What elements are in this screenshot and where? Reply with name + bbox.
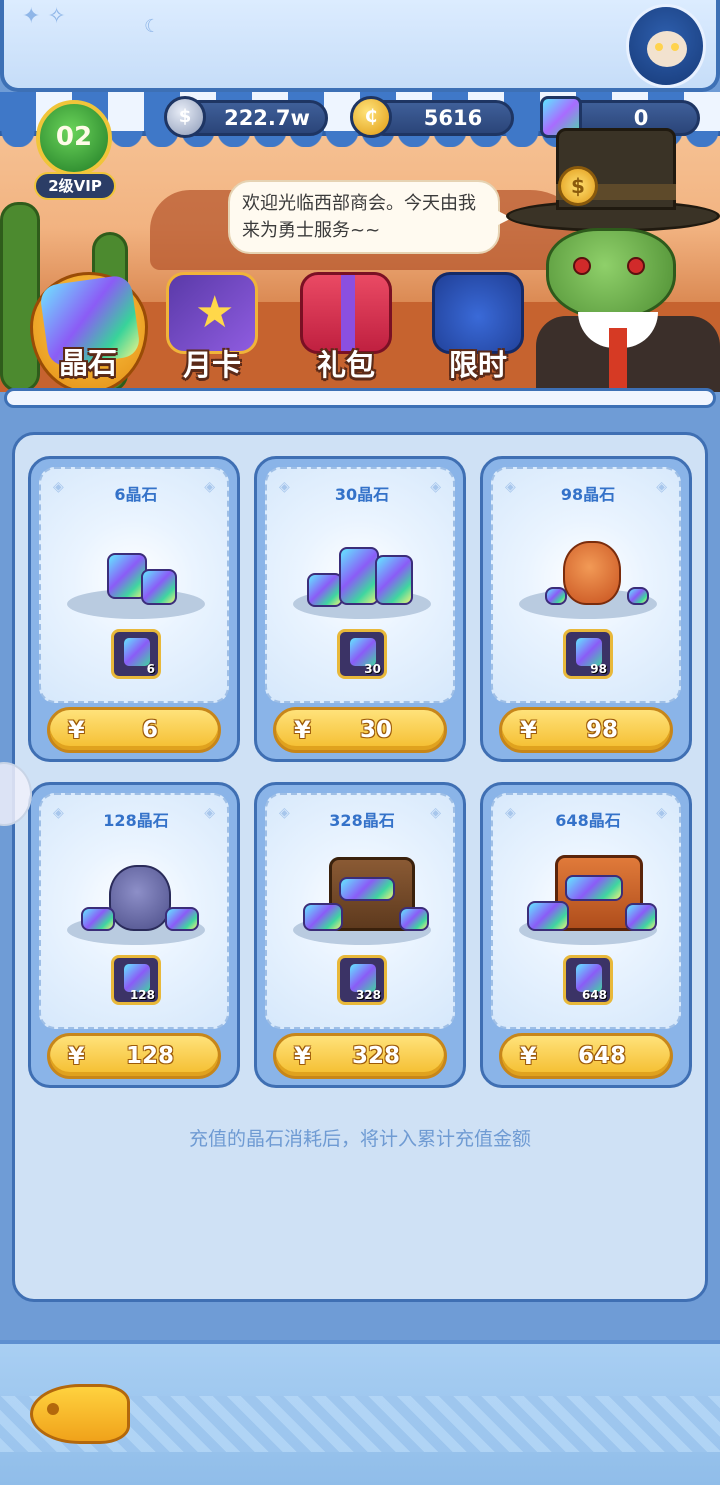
yen-icon: ¥ xyxy=(294,1042,311,1070)
crystal-pile-icon xyxy=(303,903,343,931)
crystal-amount: 0 xyxy=(633,106,649,130)
crystal-count-badge: 128 xyxy=(111,955,161,1005)
top-banner: ✦ ✧ ☾ xyxy=(0,0,720,92)
crystal-count-badge: 98 xyxy=(563,629,613,679)
goblin-eye-icon xyxy=(627,257,645,275)
crystal-pile-icon xyxy=(81,907,115,931)
product-display: ◈ ◈ 648晶石 648 xyxy=(491,793,681,1029)
yen-icon: ¥ xyxy=(520,716,537,744)
buy-button[interactable]: ¥ 328 xyxy=(273,1033,447,1079)
yen-icon: ¥ xyxy=(68,1042,85,1070)
goblin-head xyxy=(546,228,676,320)
buy-button[interactable]: ¥ 98 xyxy=(499,707,673,753)
product-title: 98晶石 xyxy=(560,485,616,504)
price-amount: 30 xyxy=(359,717,392,743)
badge-count: 648 xyxy=(581,988,607,1002)
crystal-pile-icon xyxy=(165,907,199,931)
npc-speech-bubble: 欢迎光临西部商会。今天由我来为勇士服务~~ xyxy=(228,180,512,254)
product-display: ◈ ◈ 6晶石 6 xyxy=(39,467,229,703)
moon-decoration-icon: ☾ xyxy=(144,16,161,37)
buy-button[interactable]: ¥ 6 xyxy=(47,707,221,753)
goblin-merchant: $ xyxy=(506,128,720,392)
badge-count: 128 xyxy=(129,988,155,1002)
tab-label: 月卡 xyxy=(182,348,241,382)
buy-button[interactable]: ¥ 648 xyxy=(499,1033,673,1079)
product-display: ◈ ◈ 128晶石 128 xyxy=(39,793,229,1029)
product-title: 128晶石 xyxy=(103,811,169,830)
yen-icon: ¥ xyxy=(294,716,311,744)
product-display: ◈ ◈ 328晶石 328 xyxy=(265,793,455,1029)
money-bag-icon xyxy=(563,541,621,605)
product-card[interactable]: ◈ ◈ 98晶石 98 ¥ 98 xyxy=(480,456,692,762)
crystal-count-badge: 30 xyxy=(337,629,387,679)
avatar-eye-icon xyxy=(671,43,679,51)
crystal-count-badge: 328 xyxy=(337,955,387,1005)
tab-label: 限时 xyxy=(448,348,507,382)
vip-level: 02 xyxy=(55,122,93,152)
avatar-face xyxy=(647,31,687,67)
product-card[interactable]: ◈ ◈ 328晶石 328 ¥ 328 xyxy=(254,782,466,1088)
crystal-pile-icon xyxy=(399,907,429,931)
product-title: 30晶石 xyxy=(334,485,390,504)
silver-amount: 222.7w xyxy=(224,106,310,130)
crystal-pile-icon xyxy=(545,587,567,605)
badge-count: 328 xyxy=(355,988,381,1002)
crystal-pile-icon xyxy=(627,587,649,605)
crystal-pile-icon xyxy=(141,569,177,605)
crystal-pile-icon xyxy=(527,901,569,931)
buy-button[interactable]: ¥ 30 xyxy=(273,707,447,753)
price-amount: 6 xyxy=(141,717,158,743)
tab-crystal[interactable]: 晶石 xyxy=(10,272,148,394)
recharge-note: 充值的晶石消耗后，将计入累计充值金额 xyxy=(188,1128,531,1150)
scene-divider xyxy=(4,388,716,408)
gold-amount: 5616 xyxy=(423,106,483,130)
player-avatar[interactable] xyxy=(626,4,706,88)
crystal-pile-icon xyxy=(339,877,395,901)
crystal-pile-icon xyxy=(565,875,623,901)
crystal-pile-icon xyxy=(307,573,343,607)
product-display: ◈ ◈ 98晶石 98 xyxy=(491,467,681,703)
product-card[interactable]: ◈ ◈ 30晶石 30 ¥ 30 xyxy=(254,456,466,762)
product-card[interactable]: ◈ ◈ 6晶石 6 ¥ 6 xyxy=(28,456,240,762)
crystal-pile-icon xyxy=(339,547,379,605)
vip-label[interactable]: 2级VIP xyxy=(34,172,116,200)
yen-icon: ¥ xyxy=(68,716,85,744)
badge-count: 6 xyxy=(146,662,155,676)
goblin-eye-icon xyxy=(573,257,591,275)
price-amount: 128 xyxy=(125,1043,174,1069)
silver-coin-icon: $ xyxy=(164,96,206,138)
gold-coin-icon: ₵ xyxy=(350,96,392,138)
yen-icon: ¥ xyxy=(520,1042,537,1070)
product-title: 6晶石 xyxy=(114,485,158,504)
product-card[interactable]: ◈ ◈ 648晶石 648 ¥ 648 xyxy=(480,782,692,1088)
tab-monthly-card[interactable]: 月卡 xyxy=(152,272,272,392)
npc-greeting: 欢迎光临西部商会。今天由我来为勇士服务~~ xyxy=(242,193,476,241)
goblin-tie xyxy=(609,328,627,392)
price-amount: 328 xyxy=(351,1043,400,1069)
product-title: 328晶石 xyxy=(329,811,395,830)
badge-count: 30 xyxy=(364,662,381,676)
buy-button[interactable]: ¥ 128 xyxy=(47,1033,221,1079)
product-display: ◈ ◈ 30晶石 30 xyxy=(265,467,455,703)
product-title: 648晶石 xyxy=(555,811,621,830)
avatar-eye-icon xyxy=(655,43,663,51)
badge-count: 98 xyxy=(590,662,607,676)
crystal-count-badge: 648 xyxy=(563,955,613,1005)
money-bag-icon xyxy=(109,865,171,931)
fishbone-icon[interactable] xyxy=(30,1384,130,1444)
crystal-count-badge: 6 xyxy=(111,629,161,679)
crystal-pile-icon xyxy=(625,903,657,931)
tab-limited[interactable]: 限时 xyxy=(418,272,538,392)
tab-label: 晶石 xyxy=(58,346,117,380)
tab-label: 礼包 xyxy=(316,348,375,382)
price-amount: 648 xyxy=(577,1043,626,1069)
crystal-pile-icon xyxy=(375,555,413,605)
dollar-coin-icon: $ xyxy=(558,166,598,206)
product-card[interactable]: ◈ ◈ 128晶石 128 ¥ 128 xyxy=(28,782,240,1088)
tab-gift-pack[interactable]: 礼包 xyxy=(286,272,406,392)
price-amount: 98 xyxy=(585,717,618,743)
star-decoration-icon: ✦ ✧ xyxy=(22,4,66,29)
vip-badge[interactable]: 02 xyxy=(36,100,112,176)
